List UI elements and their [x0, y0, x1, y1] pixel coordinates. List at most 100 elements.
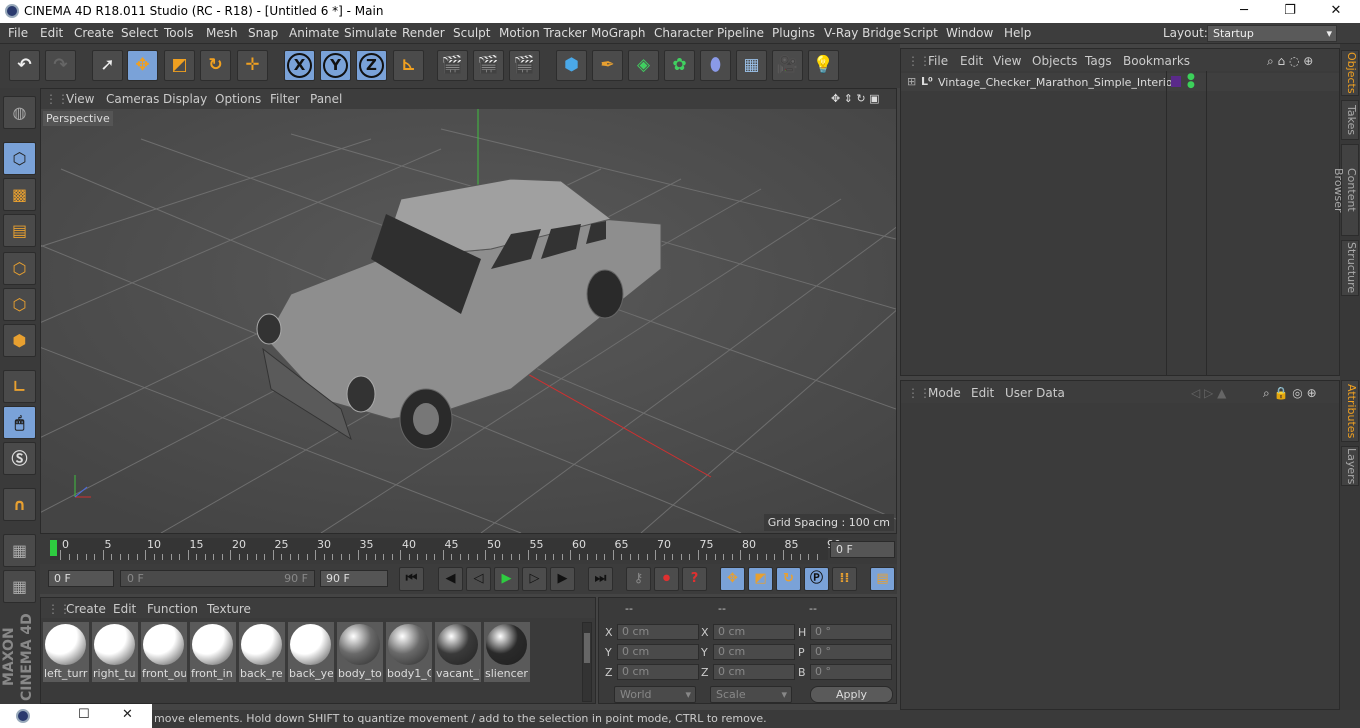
- menu-sculpt[interactable]: Sculpt: [453, 26, 490, 40]
- deformer-button[interactable]: ⬮: [700, 50, 731, 81]
- viewport-canvas[interactable]: Perspective Grid Spacing : 100 cm: [41, 109, 896, 533]
- object-row[interactable]: ⊞ L⁰ Vintage_Checker_Marathon_Simple_Int…: [901, 73, 1339, 91]
- object-name[interactable]: Vintage_Checker_Marathon_Simple_Interior: [938, 76, 1177, 89]
- prev-frame-button[interactable]: ◁: [466, 567, 491, 591]
- tab-attributes[interactable]: Attributes: [1341, 380, 1359, 442]
- material-swatch[interactable]: front_ou: [141, 622, 187, 682]
- layout-select[interactable]: Startup ▾: [1207, 25, 1337, 42]
- menu-animate[interactable]: Animate: [289, 26, 339, 40]
- subdivision-button[interactable]: ◈: [628, 50, 659, 81]
- taskbar-thumbnail[interactable]: ☐ ✕: [0, 704, 152, 728]
- menu-plugins[interactable]: Plugins: [772, 26, 815, 40]
- menu-render[interactable]: Render: [402, 26, 445, 40]
- texture-mode-button[interactable]: ▩: [3, 178, 36, 211]
- minimize-button[interactable]: ─: [1221, 0, 1267, 23]
- attribute-menu-edit[interactable]: Edit: [971, 386, 994, 400]
- pen-spline-button[interactable]: ✒: [592, 50, 623, 81]
- material-swatch[interactable]: sliencer: [484, 622, 530, 682]
- x-axis-lock-button[interactable]: X: [284, 50, 315, 81]
- key-rotation-button[interactable]: ↻: [776, 567, 801, 591]
- scrollbar-thumb[interactable]: [584, 633, 590, 663]
- close-thumb-icon[interactable]: ✕: [122, 707, 133, 722]
- menu-mesh[interactable]: Mesh: [206, 26, 238, 40]
- material-swatch[interactable]: back_ye: [288, 622, 334, 682]
- record-button[interactable]: ⏺: [654, 567, 679, 591]
- y-axis-lock-button[interactable]: Y: [320, 50, 351, 81]
- coord-value-field[interactable]: 0 cm: [617, 664, 699, 680]
- material-swatch[interactable]: back_re: [239, 622, 285, 682]
- menu-file[interactable]: File: [8, 26, 28, 40]
- cube-object-button[interactable]: ⬢: [556, 50, 587, 81]
- viewport-menu-panel[interactable]: Panel: [310, 92, 342, 106]
- z-axis-lock-button[interactable]: Z: [356, 50, 387, 81]
- material-menu-function[interactable]: Function: [147, 602, 198, 616]
- object-search-icons[interactable]: ⌕ ⌂ ◌ ⊕: [1267, 54, 1313, 69]
- object-menu-edit[interactable]: Edit: [960, 54, 983, 68]
- keyframe-motion-button[interactable]: ⚷: [626, 567, 651, 591]
- polygons-mode-button[interactable]: ⬢: [3, 324, 36, 357]
- planar-workplane-button[interactable]: ▦: [3, 570, 36, 603]
- viewport-menu-options[interactable]: Options: [215, 92, 261, 106]
- points-mode-button[interactable]: ⬡: [3, 252, 36, 285]
- viewport-menu-filter[interactable]: Filter: [270, 92, 300, 106]
- minimize-thumb-icon[interactable]: ☐: [78, 707, 90, 722]
- make-editable-button[interactable]: ◍: [3, 96, 36, 129]
- material-menu-texture[interactable]: Texture: [207, 602, 251, 616]
- key-scale-button[interactable]: ◩: [748, 567, 773, 591]
- menu-simulate[interactable]: Simulate: [344, 26, 397, 40]
- move-tool-button[interactable]: ✥: [127, 50, 158, 81]
- menu-script[interactable]: Script: [903, 26, 938, 40]
- menu-character[interactable]: Character: [654, 26, 713, 40]
- next-frame-button[interactable]: ▷: [522, 567, 547, 591]
- undo-button[interactable]: ↶: [9, 50, 40, 81]
- material-menu-create[interactable]: Create: [66, 602, 106, 616]
- tab-takes[interactable]: Takes: [1341, 100, 1359, 140]
- model-mode-button[interactable]: ⬡: [3, 142, 36, 175]
- object-menu-bookmarks[interactable]: Bookmarks: [1123, 54, 1190, 68]
- goto-start-button[interactable]: ⏮: [399, 567, 424, 591]
- viewport-menu-cameras[interactable]: Cameras: [106, 92, 159, 106]
- material-swatch[interactable]: body_to: [337, 622, 383, 682]
- nav-arrows-icon[interactable]: ◁ ▷ ▲: [1191, 386, 1226, 400]
- coord-value-field[interactable]: 0 cm: [713, 644, 795, 660]
- object-menu-view[interactable]: View: [993, 54, 1021, 68]
- light-button[interactable]: 💡: [808, 50, 839, 81]
- menu-motion-tracker[interactable]: Motion Tracker: [499, 26, 587, 40]
- render-view-button[interactable]: 🎬: [437, 50, 468, 81]
- timeline-window-button[interactable]: ▤: [870, 567, 895, 591]
- scale-tool-button[interactable]: ◩: [164, 50, 195, 81]
- expand-icon[interactable]: ⊞: [907, 75, 916, 88]
- camera-button[interactable]: 🎥: [772, 50, 803, 81]
- coord-value-field[interactable]: 0 °: [810, 664, 892, 680]
- tab-objects[interactable]: Objects: [1341, 50, 1359, 96]
- menu-snap[interactable]: Snap: [248, 26, 278, 40]
- timeline-ruler[interactable]: 051015202530354045505560657075808590: [50, 538, 841, 560]
- end-frame-field[interactable]: 90 F: [320, 570, 388, 587]
- floor-button[interactable]: ▦: [736, 50, 767, 81]
- coord-value-field[interactable]: 0 cm: [617, 644, 699, 660]
- render-settings-button[interactable]: 🎬: [509, 50, 540, 81]
- menu-create[interactable]: Create: [74, 26, 114, 40]
- coord-world-select[interactable]: World ▾: [614, 686, 696, 703]
- coordinate-system-button[interactable]: ⊾: [393, 50, 424, 81]
- goto-end-button[interactable]: ⏭: [588, 567, 613, 591]
- menu-help[interactable]: Help: [1004, 26, 1031, 40]
- select-tool-button[interactable]: ➚: [92, 50, 123, 81]
- coord-value-field[interactable]: 0 cm: [617, 624, 699, 640]
- last-tool-button[interactable]: ✛: [237, 50, 268, 81]
- menu-vray-bridge[interactable]: V-Ray Bridge: [824, 26, 901, 40]
- render-picture-viewer-button[interactable]: 🎬: [473, 50, 504, 81]
- menu-select[interactable]: Select: [121, 26, 158, 40]
- close-button[interactable]: ✕: [1313, 0, 1359, 23]
- viewport-menu-display[interactable]: Display: [163, 92, 207, 106]
- solo-button[interactable]: Ⓢ: [3, 442, 36, 475]
- attribute-menu-user-data[interactable]: User Data: [1005, 386, 1065, 400]
- coord-value-field[interactable]: 0 cm: [713, 664, 795, 680]
- menu-pipeline[interactable]: Pipeline: [717, 26, 764, 40]
- material-swatch[interactable]: right_tu: [92, 622, 138, 682]
- playhead[interactable]: [50, 540, 57, 556]
- workplane-mode-button[interactable]: ▤: [3, 214, 36, 247]
- coord-value-field[interactable]: 0 cm: [713, 624, 795, 640]
- current-frame-field[interactable]: 0 F: [830, 541, 895, 558]
- maximize-button[interactable]: ❐: [1267, 0, 1313, 23]
